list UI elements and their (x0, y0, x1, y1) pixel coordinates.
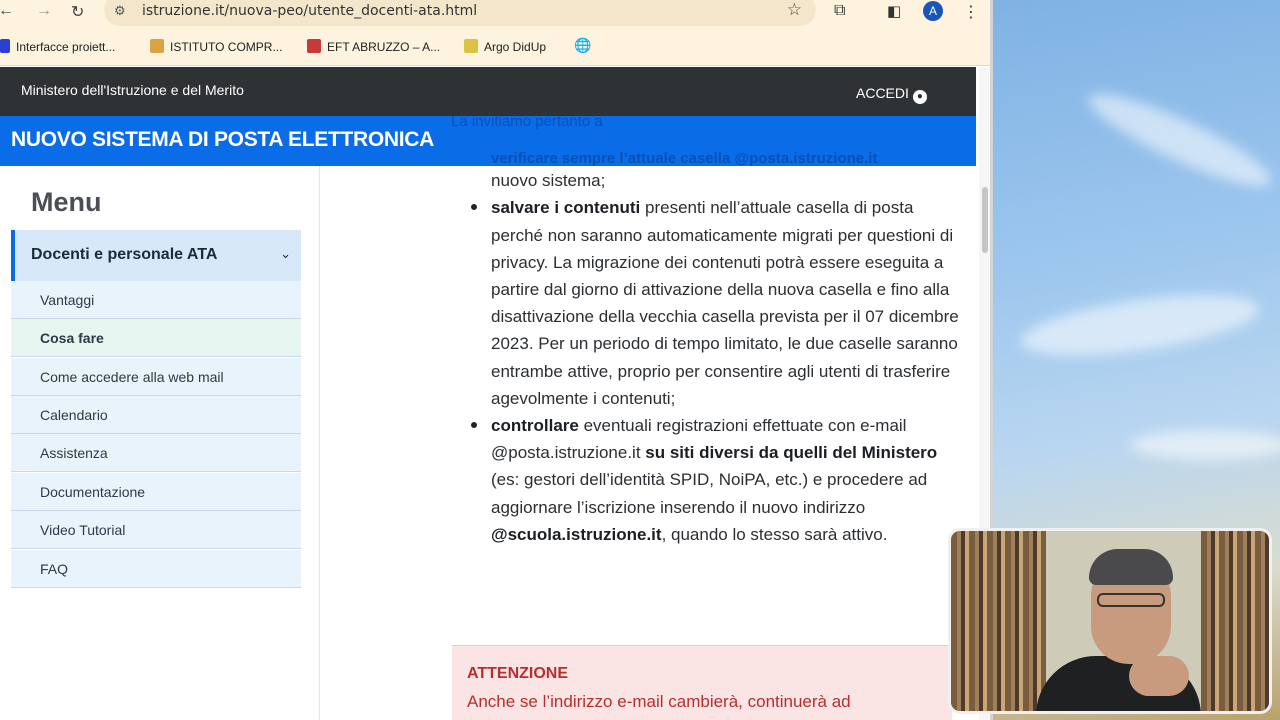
person-hands (1129, 656, 1189, 696)
section-banner: La invitiamo pertanto a verificare sempr… (0, 113, 976, 167)
bookmark-favicon-icon (307, 39, 321, 53)
bookmark-label: ISTITUTO COMPR... (170, 40, 283, 54)
list-item-bold: @scuola.istruzione.it (491, 524, 662, 544)
url-text[interactable]: istruzione.it/nuova-peo/utente_docenti-a… (142, 3, 477, 19)
bookmark-label: Interfacce proiett... (16, 40, 116, 54)
browser-menu-icon[interactable]: ⋮ (963, 2, 979, 22)
list-item: salvare i contenuti presenti nell’attual… (470, 194, 960, 412)
web-page: Ministero dell'Istruzione e del Merito A… (0, 67, 978, 720)
bookmark-star-icon[interactable]: ☆ (787, 0, 802, 20)
menu-item-label: Cosa fare (40, 330, 104, 346)
bookmark-favicon-icon (464, 39, 478, 53)
bookmark-item[interactable]: Interfacce proiett... (0, 39, 115, 54)
menu-item-faq[interactable]: FAQ (11, 550, 301, 588)
list-item-text: (es: gestori dell’identità SPID, NoiPA, … (491, 470, 928, 517)
address-bar[interactable]: ⚙ istruzione.it/nuova-peo/utente_docenti… (104, 0, 816, 26)
bookshelf-left (951, 531, 1046, 711)
reload-icon[interactable]: ↻ (71, 2, 84, 22)
ghost-text: verificare sempre l’attuale casella @pos… (491, 150, 878, 167)
login-label: ACCEDI (856, 85, 909, 101)
bookmarks-bar: Interfacce proiett... ISTITUTO COMPR... … (0, 28, 990, 66)
menu-section-label: Docenti e personale ATA (31, 246, 218, 263)
menu-title: Menu (31, 187, 102, 217)
list-item-bold: controllare (491, 416, 579, 436)
webcam-overlay (948, 528, 1272, 714)
browser-toolbar: ← → ↻ ⚙ istruzione.it/nuova-peo/utente_d… (0, 0, 990, 28)
menu-section-docenti[interactable]: Docenti e personale ATA ⌄ (11, 230, 301, 281)
globe-icon[interactable]: 🌐 (574, 37, 591, 54)
bookmark-label: EFT ABRUZZO – A... (327, 40, 441, 54)
forward-icon[interactable]: → (36, 2, 52, 20)
bookmark-favicon-icon (0, 39, 10, 53)
menu-item-label: Come accedere alla web mail (40, 369, 224, 385)
bookmark-label: Argo DidUp (484, 40, 547, 54)
profile-avatar[interactable]: A (923, 1, 943, 21)
menu-item-label: Documentazione (40, 484, 146, 500)
scrollbar-thumb[interactable] (982, 187, 988, 253)
ministry-header: Ministero dell'Istruzione e del Merito A… (0, 67, 976, 116)
bookmark-item[interactable]: ISTITUTO COMPR... (150, 39, 282, 54)
ministry-name[interactable]: Ministero dell'Istruzione e del Merito (21, 82, 244, 98)
site-settings-icon[interactable]: ⚙ (114, 3, 126, 19)
side-panel-icon[interactable]: ◧ (887, 2, 901, 20)
back-icon[interactable]: ← (0, 2, 14, 20)
bookmark-item[interactable]: EFT ABRUZZO – A... (307, 39, 440, 54)
menu-item-come-accedere[interactable]: Come accedere alla web mail (11, 358, 301, 396)
attention-title: ATTENZIONE (467, 665, 569, 682)
ghost-text: La invitiamo pertanto a (451, 113, 603, 130)
list-item-text: , quando lo stesso sarà attivo. (661, 524, 888, 544)
menu-item-label: Video Tutorial (40, 522, 126, 538)
login-button[interactable]: ACCEDI ● (856, 85, 927, 104)
list-item-text: presenti nell’attuale casella di posta p… (491, 198, 959, 408)
menu-item-label: Calendario (40, 407, 108, 423)
menu-item-label: Vantaggi (40, 292, 95, 308)
menu-item-documentazione[interactable]: Documentazione (11, 473, 301, 511)
menu-item-assistenza[interactable]: Assistenza (11, 434, 301, 472)
banner-title: NUOVO SISTEMA DI POSTA ELETTRONICA (11, 128, 435, 151)
person-hair (1089, 549, 1173, 585)
attention-text: Anche se l’indirizzo e-mail cambierà, co… (467, 692, 851, 711)
attention-box: ATTENZIONE Anche se l’indirizzo e-mail c… (452, 645, 952, 720)
extensions-icon[interactable]: ⧉ (834, 2, 845, 20)
menu-item-label: FAQ (40, 561, 69, 577)
menu-item-cosa-fare[interactable]: Cosa fare (11, 319, 301, 357)
list-item-bold: su siti diversi da quelli del Ministero (645, 443, 938, 463)
menu-item-vantaggi[interactable]: Vantaggi (11, 281, 301, 319)
bookshelf-right (1201, 531, 1269, 711)
menu-item-calendario[interactable]: Calendario (11, 396, 301, 434)
chevron-down-icon[interactable]: ⌄ (280, 246, 291, 262)
bookmark-item[interactable]: Argo DidUp (464, 39, 546, 54)
list-item: controllare eventuali registrazioni effe… (470, 412, 960, 548)
menu-item-video-tutorial[interactable]: Video Tutorial (11, 511, 301, 549)
menu-item-label: Assistenza (40, 445, 108, 461)
user-icon: ● (912, 90, 927, 104)
list-item-bold: salvare i contenuti (491, 198, 641, 218)
sidebar-menu: Menu Docenti e personale ATA ⌄ Vantaggi … (0, 166, 320, 720)
main-content: perché lì riceverà informazioni dettagli… (470, 140, 960, 548)
glasses (1097, 593, 1165, 607)
bookmark-favicon-icon (150, 39, 164, 53)
browser-window: ← → ↻ ⚙ istruzione.it/nuova-peo/utente_d… (0, 0, 993, 720)
